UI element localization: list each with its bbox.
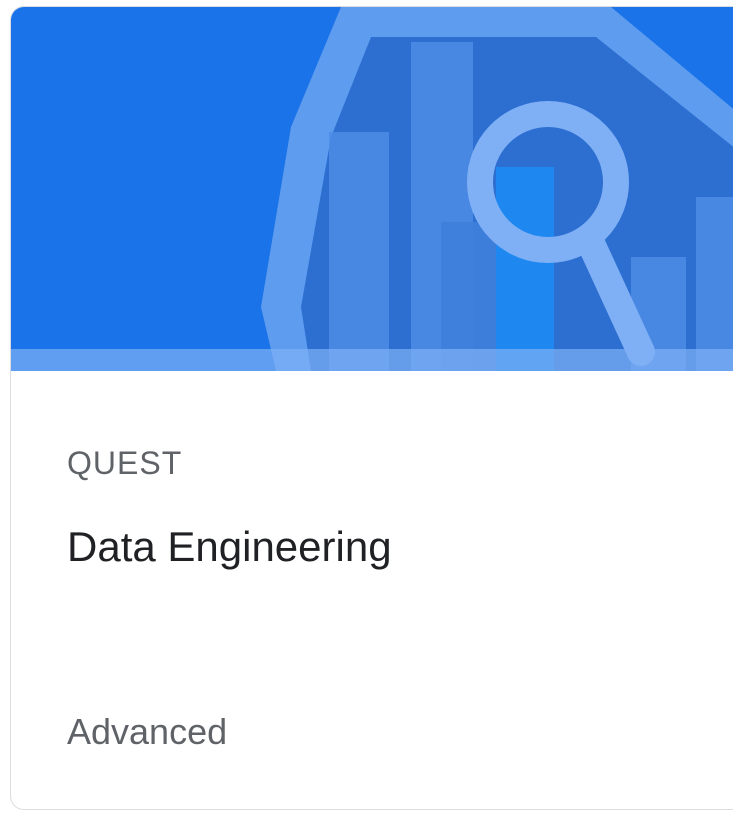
card-content: QUEST Data Engineering Advanced bbox=[11, 371, 733, 809]
quest-banner bbox=[11, 7, 733, 371]
card-type-label: QUEST bbox=[67, 445, 183, 481]
card-title[interactable]: Data Engineering bbox=[67, 523, 392, 571]
data-engineering-badge-icon bbox=[11, 7, 733, 371]
difficulty-level: Advanced bbox=[67, 711, 228, 752]
quest-card[interactable]: QUEST Data Engineering Advanced bbox=[10, 6, 733, 810]
